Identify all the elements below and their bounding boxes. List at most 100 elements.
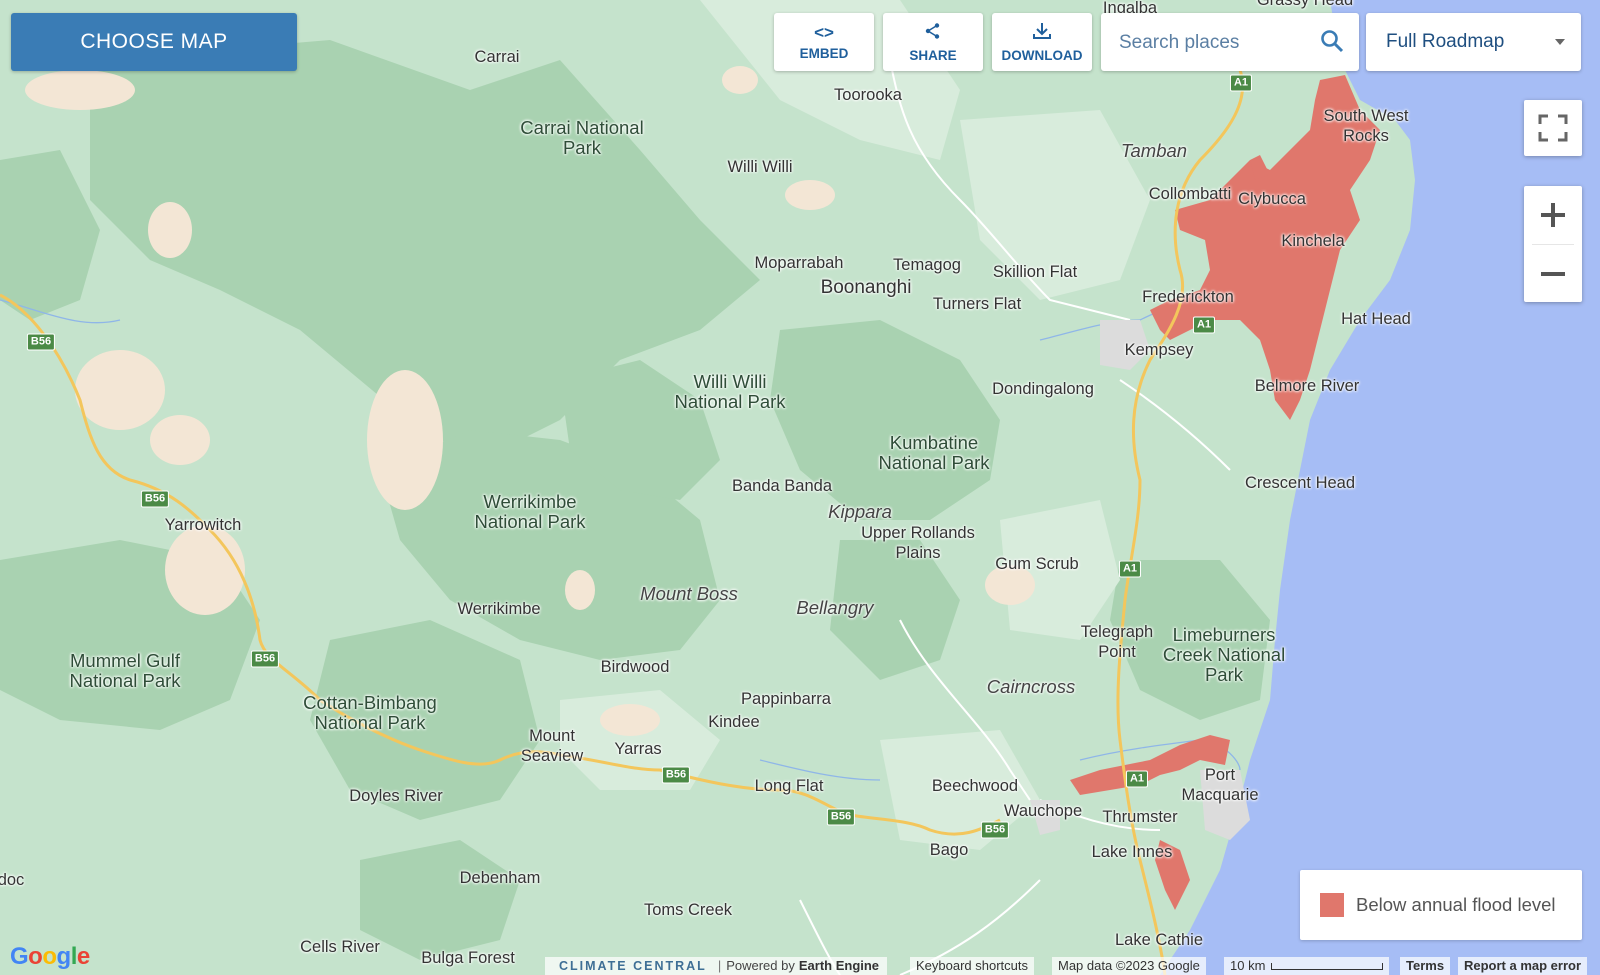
place-label: Beechwood [931, 777, 1019, 795]
attribution-bar: CLIMATE CENTRAL | Powered by Earth Engin… [545, 957, 888, 975]
place-label: South West Rocks [1323, 107, 1409, 145]
place-label: Dondingalong [992, 380, 1094, 398]
place-label: Hat Head [1341, 310, 1411, 328]
place-label: Thrumster [1102, 808, 1178, 826]
place-label: Turners Flat [932, 295, 1022, 313]
powered-by-label: Powered by [726, 958, 795, 973]
earth-engine-link[interactable]: Earth Engine [799, 957, 879, 975]
place-label: Telegraph Point [1080, 623, 1154, 661]
download-label: DOWNLOAD [1001, 47, 1083, 63]
scale-label: 10 km [1230, 958, 1266, 973]
place-label: Gum Scrub [995, 555, 1079, 573]
road-shield-b56: B56 [661, 766, 691, 784]
place-label: Pappinbarra [741, 690, 831, 708]
place-label: Toms Creek [643, 901, 733, 919]
place-label: Banda Banda [731, 477, 833, 495]
road-shield-b56: B56 [250, 650, 280, 668]
place-label: Yarras [614, 740, 662, 758]
download-icon [1032, 22, 1052, 44]
place-label: Temagog [893, 256, 961, 274]
place-label: Frederickton [1142, 288, 1234, 306]
place-label: Kindee [708, 713, 760, 731]
park-label: Willi Willi National Park [674, 371, 786, 412]
place-label: Lake Cathie [1114, 931, 1204, 949]
place-label: Debenham [459, 869, 541, 887]
place-label: Grassy Head [1256, 0, 1354, 9]
map-type-select[interactable]: Full Roadmap [1366, 13, 1581, 71]
road-shield-b56: B56 [826, 808, 856, 826]
search-input[interactable] [1117, 27, 1316, 59]
road-shield-a1: A1 [1118, 560, 1142, 578]
separator: | [717, 958, 722, 973]
fullscreen-icon [1538, 114, 1568, 142]
climate-central-logo[interactable]: CLIMATE CENTRAL [559, 957, 707, 975]
place-label: Doyles River [349, 787, 443, 805]
park-label: Carrai National Park [520, 117, 644, 158]
legend-swatch [1320, 893, 1344, 917]
region-label: Bellangry [796, 597, 874, 618]
embed-label: EMBED [799, 45, 849, 61]
zoom-in-button[interactable] [1524, 186, 1582, 244]
place-label: Long Flat [754, 777, 824, 795]
search-box [1101, 13, 1359, 71]
zoom-out-button[interactable] [1524, 245, 1582, 302]
place-label: Upper Rollands Plains [861, 524, 975, 562]
code-icon: <> [814, 22, 834, 42]
place-label: Mount Seaview [520, 727, 584, 765]
place-label: Kinchela [1281, 232, 1345, 250]
share-button[interactable]: SHARE [883, 13, 983, 71]
place-label: Collombatti [1148, 185, 1232, 203]
place-label: Yarrowitch [164, 516, 242, 534]
place-label: Belmore River [1254, 377, 1360, 395]
legend: Below annual flood level [1300, 870, 1582, 940]
map-data-label: Map data ©2023 Google [1052, 957, 1206, 975]
park-label: Kumbatine National Park [878, 432, 990, 473]
search-icon[interactable] [1319, 28, 1345, 59]
legend-label: Below annual flood level [1356, 894, 1556, 915]
region-label: Cairncross [986, 676, 1076, 697]
choose-map-button[interactable]: CHOOSE MAP [11, 13, 297, 71]
place-label: Kempsey [1124, 341, 1194, 359]
place-label: Port Macquarie [1181, 766, 1259, 804]
share-label: SHARE [909, 47, 957, 63]
place-label: Lake Innes [1091, 843, 1173, 861]
place-label: Carrai [474, 48, 520, 66]
keyboard-shortcuts-link[interactable]: Keyboard shortcuts [910, 957, 1035, 975]
report-error-link[interactable]: Report a map error [1458, 957, 1588, 975]
embed-button[interactable]: <> EMBED [774, 13, 874, 71]
place-label: Moparrabah [754, 254, 844, 272]
place-label: Clybucca [1238, 190, 1306, 208]
fullscreen-button[interactable] [1524, 100, 1582, 156]
zoom-controls [1524, 186, 1582, 302]
place-label: Wauchope [1003, 802, 1083, 820]
road-shield-a1: A1 [1125, 770, 1149, 788]
share-icon [924, 22, 942, 44]
place-label: doc [0, 871, 25, 889]
download-button[interactable]: DOWNLOAD [992, 13, 1092, 71]
road-shield-b56: B56 [980, 821, 1010, 839]
minus-icon [1541, 271, 1565, 276]
place-label: Toorooka [834, 86, 902, 104]
region-label: Mount Boss [640, 583, 738, 604]
scale-bar[interactable]: 10 km [1224, 957, 1390, 975]
road-shield-b56: B56 [26, 333, 56, 351]
place-label: Werrikimbe [457, 600, 541, 618]
chevron-down-icon [1555, 39, 1565, 45]
park-label: Mummel Gulf National Park [69, 650, 181, 691]
place-label: Bago [929, 841, 969, 859]
place-label: Cells River [300, 938, 380, 956]
map-type-value: Full Roadmap [1386, 31, 1505, 52]
scale-line [1271, 962, 1384, 970]
plus-icon [1541, 203, 1565, 227]
road-shield-a1: A1 [1192, 316, 1216, 334]
place-label: Birdwood [600, 658, 670, 676]
google-logo[interactable]: Google [10, 943, 90, 971]
region-label: Kippara [828, 501, 892, 522]
place-label: Skillion Flat [992, 263, 1078, 281]
place-label: Willi Willi [727, 158, 793, 176]
park-label: Limeburners Creek National Park [1162, 624, 1286, 685]
park-label: Werrikimbe National Park [474, 491, 586, 532]
terms-link[interactable]: Terms [1400, 957, 1451, 975]
place-label: Crescent Head [1244, 474, 1356, 492]
park-label: Cottan-Bimbang National Park [303, 692, 437, 733]
